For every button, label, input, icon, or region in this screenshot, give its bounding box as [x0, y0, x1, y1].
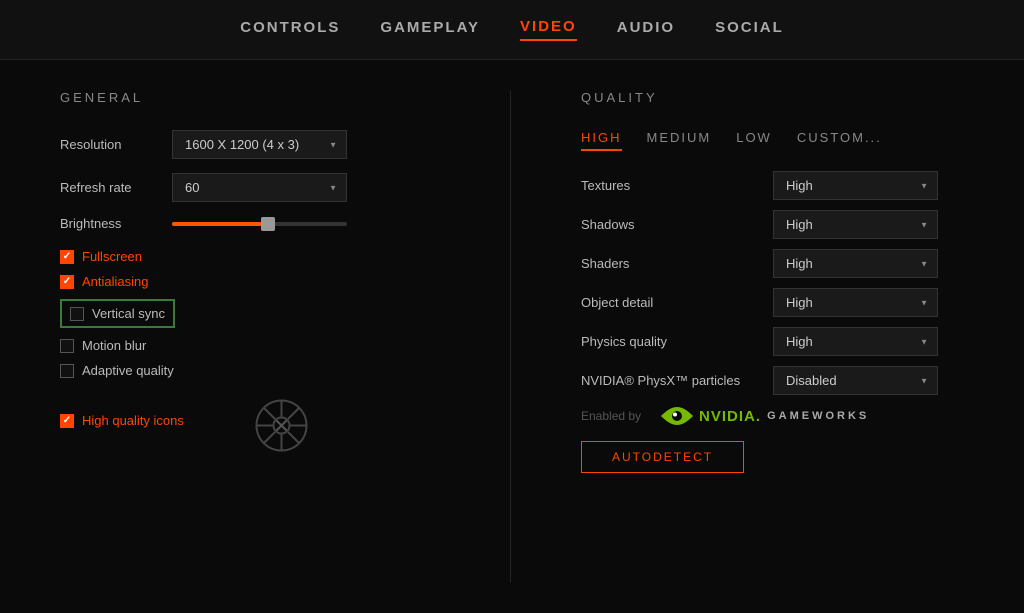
- shadows-select-wrapper: High: [773, 210, 938, 239]
- objectdetail-select[interactable]: High: [773, 288, 938, 317]
- brightness-row: Brightness: [60, 216, 440, 231]
- resolution-label: Resolution: [60, 137, 160, 152]
- nav-audio[interactable]: AUDIO: [617, 19, 675, 40]
- antialiasing-label: Antialiasing: [82, 274, 149, 289]
- physicsquality-select-wrapper: High: [773, 327, 938, 356]
- vsync-label: Vertical sync: [92, 306, 165, 321]
- refresh-row: Refresh rate 60: [60, 173, 440, 202]
- physx-select[interactable]: Disabled: [773, 366, 938, 395]
- fullscreen-row[interactable]: Fullscreen: [60, 249, 440, 264]
- highquality-row-container: High quality icons: [60, 388, 440, 453]
- objectdetail-select-wrapper: High: [773, 288, 938, 317]
- highquality-checkbox[interactable]: [60, 414, 74, 428]
- brightness-slider-thumb[interactable]: [261, 217, 275, 231]
- tab-low[interactable]: LOW: [736, 130, 772, 151]
- resolution-select[interactable]: 1600 X 1200 (4 x 3): [172, 130, 347, 159]
- physx-select-wrapper: Disabled: [773, 366, 938, 395]
- objectdetail-label: Object detail: [581, 295, 761, 310]
- shaders-label: Shaders: [581, 256, 761, 271]
- wheel-icon: [254, 398, 309, 453]
- nvidia-section: Enabled by NVIDIA. GAMEWORKS: [581, 405, 964, 427]
- top-navigation: CONTROLS GAMEPLAY VIDEO AUDIO SOCIAL: [0, 0, 1024, 60]
- refresh-select[interactable]: 60: [172, 173, 347, 202]
- nvidia-logo: NVIDIA. GAMEWORKS: [661, 405, 869, 427]
- main-content: GENERAL Resolution 1600 X 1200 (4 x 3) R…: [0, 60, 1024, 613]
- physx-row: NVIDIA® PhysX™ particles Disabled: [581, 366, 964, 395]
- shadows-select[interactable]: High: [773, 210, 938, 239]
- motionblur-row[interactable]: Motion blur: [60, 338, 440, 353]
- brightness-slider-track[interactable]: [172, 222, 347, 226]
- gameworks-text: GAMEWORKS: [767, 410, 869, 422]
- vsync-row[interactable]: Vertical sync: [60, 299, 175, 328]
- tab-medium[interactable]: MEDIUM: [647, 130, 712, 151]
- highquality-row[interactable]: High quality icons: [60, 413, 184, 428]
- shaders-row: Shaders High: [581, 249, 964, 278]
- brightness-label: Brightness: [60, 216, 160, 231]
- physicsquality-row: Physics quality High: [581, 327, 964, 356]
- textures-select-wrapper: High: [773, 171, 938, 200]
- highquality-label: High quality icons: [82, 413, 184, 428]
- refresh-select-wrapper: 60: [172, 173, 347, 202]
- adaptivequality-row[interactable]: Adaptive quality: [60, 363, 440, 378]
- physicsquality-label: Physics quality: [581, 334, 761, 349]
- fullscreen-checkbox[interactable]: [60, 250, 74, 264]
- nvidia-eye-icon: [661, 405, 693, 427]
- adaptivequality-checkbox[interactable]: [60, 364, 74, 378]
- nav-video[interactable]: VIDEO: [520, 18, 577, 41]
- motionblur-checkbox[interactable]: [60, 339, 74, 353]
- quality-tabs: HIGH MEDIUM LOW CUSTOM...: [581, 130, 964, 151]
- resolution-select-wrapper: 1600 X 1200 (4 x 3): [172, 130, 347, 159]
- refresh-label: Refresh rate: [60, 180, 160, 195]
- nav-social[interactable]: SOCIAL: [715, 19, 784, 40]
- objectdetail-row: Object detail High: [581, 288, 964, 317]
- physx-label: NVIDIA® PhysX™ particles: [581, 373, 761, 388]
- nav-gameplay[interactable]: GAMEPLAY: [380, 19, 480, 40]
- shaders-select[interactable]: High: [773, 249, 938, 278]
- adaptivequality-label: Adaptive quality: [82, 363, 174, 378]
- shadows-row: Shadows High: [581, 210, 964, 239]
- shaders-select-wrapper: High: [773, 249, 938, 278]
- resolution-row: Resolution 1600 X 1200 (4 x 3): [60, 130, 440, 159]
- enabled-by-text: Enabled by: [581, 409, 641, 423]
- fullscreen-label: Fullscreen: [82, 249, 142, 264]
- general-title: GENERAL: [60, 90, 440, 105]
- textures-select[interactable]: High: [773, 171, 938, 200]
- quality-panel: QUALITY HIGH MEDIUM LOW CUSTOM... Textur…: [581, 90, 964, 583]
- autodetect-button[interactable]: AUTODETECT: [581, 441, 744, 473]
- textures-label: Textures: [581, 178, 761, 193]
- motionblur-label: Motion blur: [82, 338, 146, 353]
- textures-row: Textures High: [581, 171, 964, 200]
- nav-controls[interactable]: CONTROLS: [240, 19, 340, 40]
- vertical-divider: [510, 90, 511, 583]
- tab-high[interactable]: HIGH: [581, 130, 622, 151]
- antialiasing-checkbox[interactable]: [60, 275, 74, 289]
- general-panel: GENERAL Resolution 1600 X 1200 (4 x 3) R…: [60, 90, 440, 583]
- vsync-checkbox[interactable]: [70, 307, 84, 321]
- quality-title: QUALITY: [581, 90, 964, 105]
- physicsquality-select[interactable]: High: [773, 327, 938, 356]
- brightness-slider-fill: [172, 222, 268, 226]
- nvidia-text: NVIDIA.: [699, 408, 761, 425]
- shadows-label: Shadows: [581, 217, 761, 232]
- antialiasing-row[interactable]: Antialiasing: [60, 274, 440, 289]
- tab-custom[interactable]: CUSTOM...: [797, 130, 882, 151]
